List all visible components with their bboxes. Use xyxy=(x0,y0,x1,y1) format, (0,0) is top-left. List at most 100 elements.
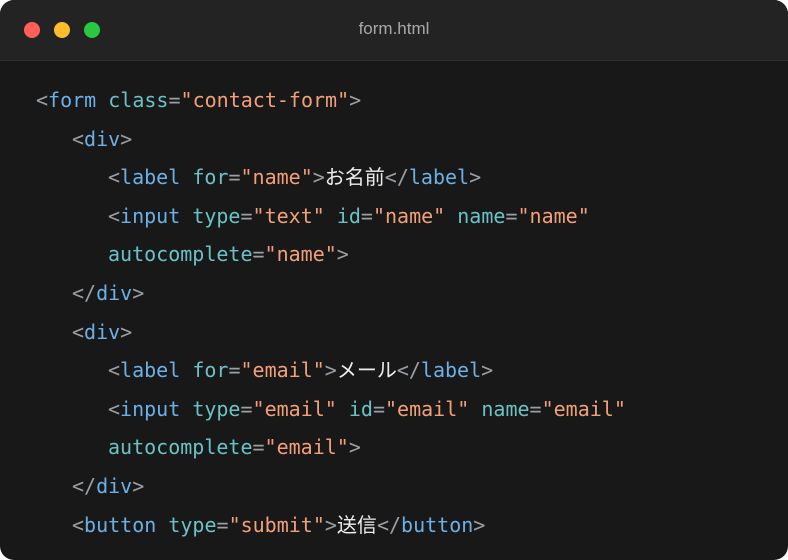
code-tag-name: label xyxy=(408,165,470,190)
code-tag-name: input xyxy=(120,203,181,228)
code-line: <label for="email">メール</label> xyxy=(108,354,493,386)
code-punctuation: < xyxy=(72,126,85,151)
editor-window: form.html <form class="contact-form"> <di… xyxy=(0,0,788,560)
code-string: "email" xyxy=(252,396,337,421)
code-punctuation: < xyxy=(108,358,121,383)
code-line: autocomplete="email"> xyxy=(108,431,361,463)
code-attribute: for xyxy=(192,165,229,190)
code-tag-name: div xyxy=(84,126,121,151)
code-punctuation: > xyxy=(469,165,482,190)
code-tag-name: label xyxy=(120,358,181,383)
code-attribute: type xyxy=(192,396,241,421)
code-punctuation: > xyxy=(312,165,325,190)
code-tag-name: label xyxy=(120,165,181,190)
code-punctuation: > xyxy=(473,512,486,537)
code-attribute: class xyxy=(108,88,169,112)
code-punctuation: < xyxy=(72,512,85,537)
code-text: 送信 xyxy=(336,512,377,537)
code-punctuation: = xyxy=(252,242,265,267)
code-line: <button type="submit">送信</button> xyxy=(72,509,485,541)
code-tag-name: button xyxy=(84,512,157,537)
code-line: <input type="text" id="name" name="name" xyxy=(108,200,590,232)
code-punctuation: = xyxy=(240,396,253,421)
code-line: <div> xyxy=(72,316,132,348)
code-punctuation: > xyxy=(348,435,361,460)
code-punctuation: < xyxy=(108,165,121,190)
code-attribute: for xyxy=(192,358,229,383)
code-punctuation: > xyxy=(132,474,145,498)
code-tag-name: form xyxy=(48,88,97,112)
title-bar: form.html xyxy=(0,0,788,61)
code-string: "name" xyxy=(240,165,313,190)
code-tag-name: button xyxy=(401,512,474,537)
code-string: "email" xyxy=(385,396,470,421)
code-punctuation: </ xyxy=(72,474,97,498)
code-punctuation: < xyxy=(108,203,121,228)
code-attribute: id xyxy=(348,396,373,421)
code-punctuation: </ xyxy=(384,165,409,190)
code-punctuation: > xyxy=(120,126,133,151)
code-line: <label for="name">お名前</label> xyxy=(108,161,481,193)
code-punctuation: = xyxy=(529,396,542,421)
code-string: "email" xyxy=(264,435,349,460)
code-tag-name: div xyxy=(96,474,133,498)
code-line: <div> xyxy=(72,123,132,155)
code-punctuation: > xyxy=(349,88,362,112)
code-line: <input type="email" id="email" name="ema… xyxy=(108,393,626,425)
code-punctuation: > xyxy=(132,281,145,305)
code-text: お名前 xyxy=(324,165,385,190)
code-punctuation: < xyxy=(36,88,49,112)
code-punctuation: = xyxy=(240,203,253,228)
code-tag-name: div xyxy=(84,319,121,344)
code-tag-name: div xyxy=(96,281,133,305)
code-tag-name: label xyxy=(420,358,482,383)
code-punctuation: < xyxy=(72,319,85,344)
code-attribute: type xyxy=(168,512,217,537)
window-title: form.html xyxy=(358,19,430,38)
code-punctuation: = xyxy=(252,435,265,460)
code-string: "contact-form" xyxy=(180,88,350,112)
code-punctuation: </ xyxy=(72,281,97,305)
code-tag-name: input xyxy=(120,396,181,421)
code-line: </div> xyxy=(72,470,144,502)
code-punctuation: = xyxy=(168,88,181,112)
code-punctuation: > xyxy=(120,319,133,344)
code-string: "email" xyxy=(541,396,626,421)
code-attribute: autocomplete xyxy=(108,435,253,460)
code-punctuation: = xyxy=(228,165,241,190)
code-line: </div> xyxy=(72,277,144,309)
code-punctuation: > xyxy=(481,358,494,383)
code-punctuation: </ xyxy=(376,512,402,537)
code-punctuation: > xyxy=(336,242,349,267)
code-attribute: name xyxy=(481,396,530,421)
code-string: "name" xyxy=(372,203,446,228)
code-string: "submit" xyxy=(228,512,325,537)
code-punctuation: </ xyxy=(396,358,421,383)
code-line: autocomplete="name"> xyxy=(108,238,349,270)
code-punctuation: < xyxy=(108,396,121,421)
code-punctuation: = xyxy=(216,512,229,537)
code-punctuation: > xyxy=(324,512,337,537)
code-attribute: id xyxy=(336,203,361,228)
code-string: "name" xyxy=(264,242,337,267)
code-punctuation: = xyxy=(228,358,241,383)
code-punctuation: = xyxy=(505,203,518,228)
code-text: メール xyxy=(336,358,397,383)
code-attribute: autocomplete xyxy=(108,242,253,267)
code-attribute: type xyxy=(192,203,241,228)
code-string: "text" xyxy=(252,203,325,228)
code-punctuation: > xyxy=(324,358,337,383)
code-string: "name" xyxy=(517,203,590,228)
code-line: <form class="contact-form"> xyxy=(36,84,361,116)
code-punctuation: = xyxy=(360,203,373,228)
